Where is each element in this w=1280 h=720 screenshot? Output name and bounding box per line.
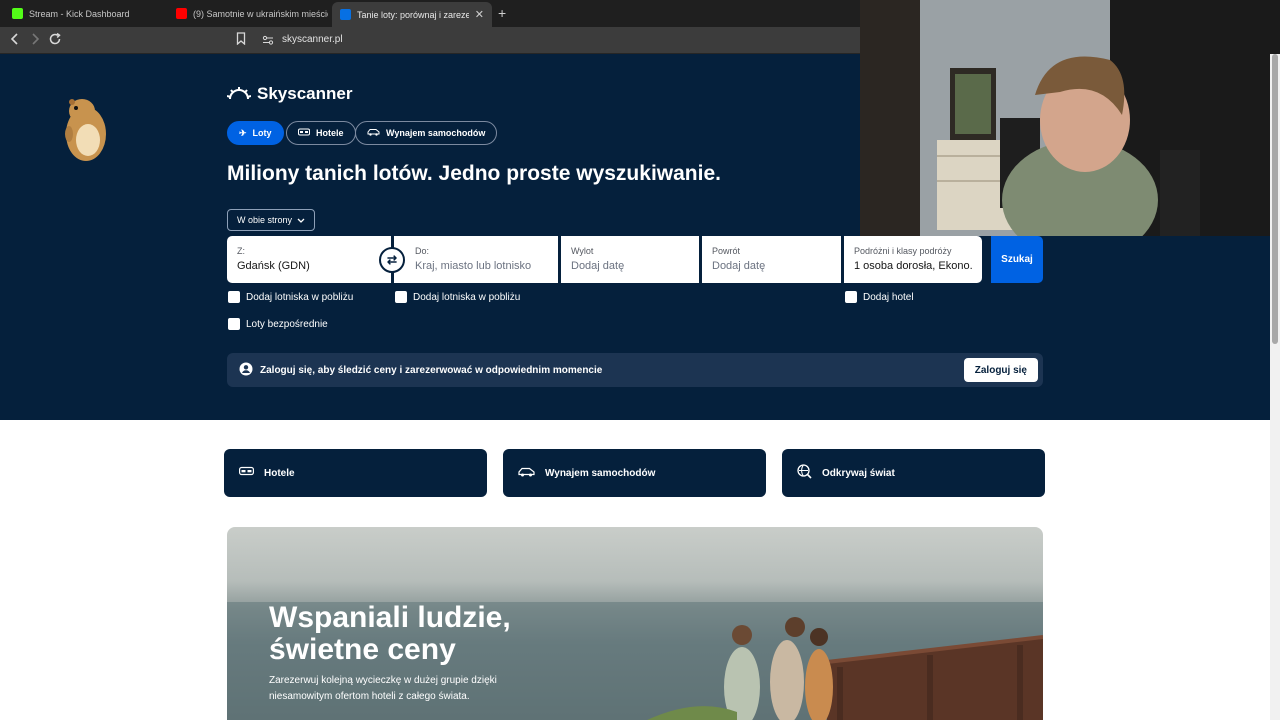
- car-hire-card[interactable]: Wynajem samochodów: [503, 449, 766, 497]
- tab-title: (9) Samotnie w ukraińskim mieście na: [193, 8, 328, 19]
- new-tab-icon[interactable]: +: [498, 5, 506, 21]
- bookmark-icon[interactable]: [236, 32, 246, 48]
- car-icon: [367, 128, 380, 138]
- destination-label: Do:: [415, 246, 430, 256]
- direct-flights-checkbox[interactable]: Loty bezpośrednie: [228, 318, 328, 330]
- tab-car-hire[interactable]: Wynajem samochodów: [355, 121, 498, 145]
- trip-type-value: W obie strony: [237, 215, 293, 225]
- hamster-sticker-icon: [65, 99, 106, 161]
- return-label: Powrót: [712, 246, 741, 256]
- skyscanner-logo[interactable]: Skyscanner: [227, 84, 352, 104]
- login-button[interactable]: Zaloguj się: [963, 358, 1038, 382]
- address-bar[interactable]: skyscanner.pl: [282, 34, 343, 45]
- origin-value: Gdańsk (GDN): [237, 260, 310, 272]
- kick-favicon-icon: [12, 8, 23, 19]
- travellers-field[interactable]: Podróżni i klasy podróży 1 osoba dorosła…: [844, 236, 982, 283]
- forward-icon[interactable]: [29, 32, 41, 49]
- nearby-destination-checkbox[interactable]: Dodaj lotniska w pobliżu: [395, 291, 520, 303]
- return-placeholder: Dodaj datę: [712, 260, 766, 272]
- page-scrollbar[interactable]: [1270, 54, 1280, 720]
- checkbox-box[interactable]: [395, 291, 407, 303]
- hotels-card[interactable]: Hotele: [224, 449, 487, 497]
- login-banner: Zaloguj się, aby śledzić ceny i zarezerw…: [227, 353, 1043, 387]
- return-date-field[interactable]: Powrót Dodaj datę: [702, 236, 841, 283]
- tab-flights-label: Loty: [252, 128, 272, 138]
- nearby-destination-label: Dodaj lotniska w pobliżu: [413, 291, 521, 303]
- site-settings-icon[interactable]: [262, 33, 274, 49]
- direct-flights-label: Loty bezpośrednie: [246, 318, 328, 330]
- tab-youtube[interactable]: (9) Samotnie w ukraińskim mieście na: [168, 4, 328, 23]
- explore-card-label: Odkrywaj świat: [822, 467, 895, 479]
- tab-hotels-label: Hotele: [316, 128, 344, 138]
- nearby-origin-checkbox[interactable]: Dodaj lotniska w pobliżu: [228, 291, 353, 303]
- skyscanner-favicon-icon: [340, 9, 351, 20]
- tab-hotels[interactable]: Hotele: [286, 121, 356, 145]
- close-tab-icon[interactable]: ✕: [475, 8, 484, 21]
- add-hotel-checkbox[interactable]: Dodaj hotel: [845, 291, 914, 303]
- tab-title: Stream - Kick Dashboard: [29, 8, 130, 19]
- nearby-origin-label: Dodaj lotniska w pobliżu: [246, 291, 354, 303]
- travellers-value: 1 osoba dorosła, Ekono...: [854, 260, 972, 272]
- bed-icon: [239, 466, 255, 480]
- back-icon[interactable]: [9, 32, 21, 49]
- depart-placeholder: Dodaj datę: [571, 260, 625, 272]
- youtube-favicon-icon: [176, 8, 187, 19]
- user-icon: [239, 362, 253, 379]
- checkbox-box[interactable]: [228, 291, 240, 303]
- depart-label: Wylot: [571, 246, 594, 256]
- webcam-overlay: [860, 0, 1280, 236]
- plane-icon: ✈: [239, 127, 247, 138]
- promo-title: Wspaniali ludzie, świetne ceny: [269, 601, 511, 666]
- login-banner-text: Zaloguj się, aby śledzić ceny i zarezerw…: [260, 364, 603, 376]
- page-title: Miliony tanich lotów. Jedno proste wyszu…: [227, 162, 721, 185]
- depart-date-field[interactable]: Wylot Dodaj datę: [561, 236, 699, 283]
- reload-icon[interactable]: [48, 32, 62, 49]
- checkbox-box[interactable]: [845, 291, 857, 303]
- webcam-feed: [860, 0, 1280, 236]
- promo-banner[interactable]: Wspaniali ludzie, świetne ceny Zarezerwu…: [227, 527, 1043, 720]
- explore-card[interactable]: Odkrywaj świat: [782, 449, 1045, 497]
- origin-label: Z:: [237, 246, 245, 256]
- tab-flights[interactable]: ✈ Loty: [227, 121, 284, 145]
- travellers-label: Podróżni i klasy podróży: [854, 246, 952, 256]
- trip-type-select[interactable]: W obie strony: [227, 209, 315, 231]
- scrollbar-thumb[interactable]: [1272, 54, 1278, 344]
- checkbox-box[interactable]: [228, 318, 240, 330]
- car-hire-card-label: Wynajem samochodów: [545, 467, 656, 479]
- tab-kick-dashboard[interactable]: Stream - Kick Dashboard: [4, 4, 164, 23]
- promo-text: Zarezerwuj kolejną wycieczkę w dużej gru…: [269, 675, 497, 702]
- tab-skyscanner[interactable]: Tanie loty: porównaj i zarezerwuj ✕: [332, 2, 492, 27]
- tab-title: Tanie loty: porównaj i zarezerwuj: [357, 9, 469, 20]
- add-hotel-label: Dodaj hotel: [863, 291, 914, 303]
- swap-locations-button[interactable]: ⇄: [379, 247, 405, 273]
- car-icon: [518, 467, 535, 480]
- destination-placeholder: Kraj, miasto lub lotnisko: [415, 260, 532, 272]
- bed-icon: [298, 128, 310, 139]
- logo-text: Skyscanner: [257, 84, 353, 103]
- tab-car-hire-label: Wynajem samochodów: [386, 128, 486, 138]
- destination-field[interactable]: Do: Kraj, miasto lub lotnisko: [394, 236, 558, 283]
- hotels-card-label: Hotele: [264, 467, 295, 479]
- search-button[interactable]: Szukaj: [991, 236, 1043, 283]
- sunrise-logo-icon: [227, 87, 251, 100]
- globe-search-icon: [797, 464, 812, 482]
- origin-field[interactable]: Z: Gdańsk (GDN): [227, 236, 391, 283]
- chevron-down-icon: [297, 215, 305, 225]
